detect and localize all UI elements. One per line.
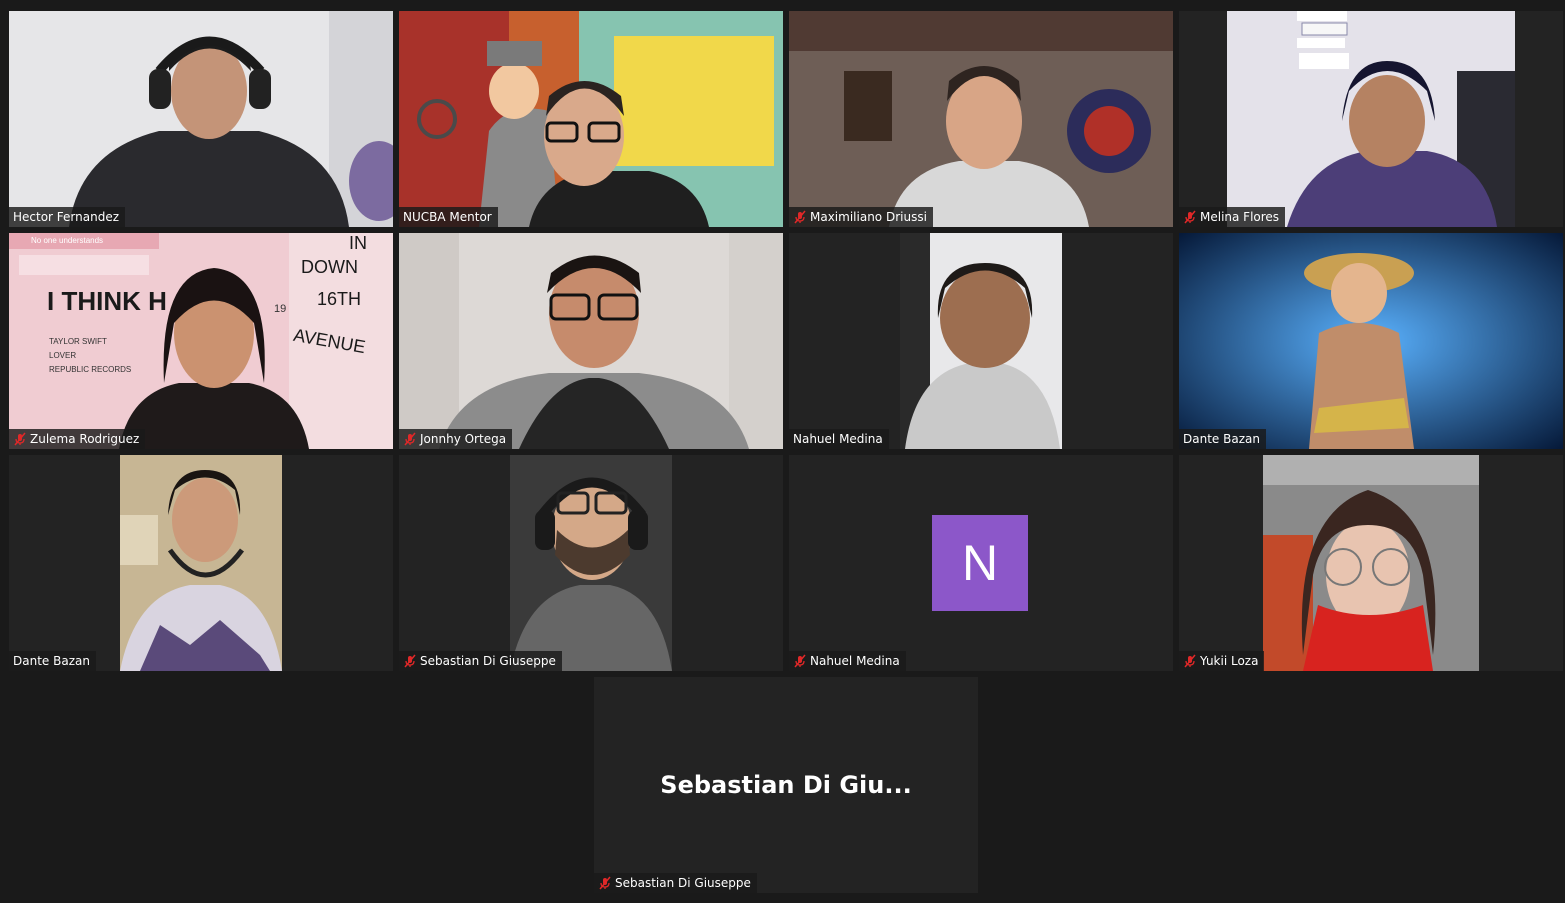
video-feed (120, 455, 282, 671)
video-feed (1227, 11, 1515, 227)
participant-name-tag: Sebastian Di Giuseppe (594, 873, 757, 893)
participant-tile-nucba-mentor[interactable]: NUCBA Mentor (399, 11, 783, 227)
participant-name: Nahuel Medina (793, 432, 883, 446)
participant-tile-sebastian-di-giuseppe-novideo[interactable]: Sebastian Di Giu... Sebastian Di Giusepp… (594, 677, 978, 893)
participant-tile-melina-flores[interactable]: Melina Flores (1179, 11, 1563, 227)
mic-muted-icon (403, 654, 417, 668)
mic-muted-icon (793, 654, 807, 668)
participant-tile-sebastian-di-giuseppe[interactable]: Sebastian Di Giuseppe (399, 455, 783, 671)
participant-name-tag: Jonnhy Ortega (399, 429, 513, 449)
video-feed (1179, 233, 1563, 449)
video-feed (1263, 455, 1479, 671)
video-feed (399, 11, 783, 227)
participant-tile-dante-bazan[interactable]: Dante Bazan (1179, 233, 1563, 449)
participant-tile-nahuel-medina-avatar[interactable]: N Nahuel Medina (789, 455, 1173, 671)
participant-name: Maximiliano Driussi (810, 210, 927, 224)
participant-name: Hector Fernandez (13, 210, 120, 224)
participant-name: Yukii Loza (1200, 654, 1259, 668)
participant-tile-nahuel-medina[interactable]: Nahuel Medina (789, 233, 1173, 449)
mic-muted-icon (13, 432, 27, 446)
video-feed (510, 455, 672, 671)
mic-muted-icon (598, 876, 612, 890)
video-feed (789, 11, 1173, 227)
mic-muted-icon (403, 432, 417, 446)
participant-tile-hector-fernandez[interactable]: Hector Fernandez (9, 11, 393, 227)
participant-display-name: Sebastian Di Giu... (660, 771, 912, 799)
participant-name: Dante Bazan (1183, 432, 1260, 446)
participant-tile-maximiliano-driussi[interactable]: Maximiliano Driussi (789, 11, 1173, 227)
video-feed (900, 233, 1062, 449)
avatar: N (932, 515, 1028, 611)
participant-name-tag: Dante Bazan (9, 651, 96, 671)
participant-name-tag: Dante Bazan (1179, 429, 1266, 449)
participant-name: NUCBA Mentor (403, 210, 492, 224)
mic-muted-icon (793, 210, 807, 224)
mic-muted-icon (1183, 210, 1197, 224)
participant-tile-zulema-rodriguez[interactable]: No one understands I THINK H TAYLOR SWIF… (9, 233, 393, 449)
mic-muted-icon (1183, 654, 1197, 668)
participant-name-tag: Zulema Rodriguez (9, 429, 146, 449)
participant-tile-dante-bazan-2[interactable]: Dante Bazan (9, 455, 393, 671)
participant-name: Sebastian Di Giuseppe (615, 876, 751, 890)
background-poster-text: No one understands I THINK H TAYLOR SWIF… (31, 233, 367, 374)
participant-tile-jonnhy-ortega[interactable]: Jonnhy Ortega (399, 233, 783, 449)
video-feed (9, 11, 393, 227)
participant-name-tag: Hector Fernandez (9, 207, 126, 227)
participant-tile-yukii-loza[interactable]: Yukii Loza (1179, 455, 1563, 671)
participant-name: Zulema Rodriguez (30, 432, 140, 446)
participant-name: Sebastian Di Giuseppe (420, 654, 556, 668)
video-feed: No one understands I THINK H TAYLOR SWIF… (9, 233, 393, 449)
participant-name-tag: Nahuel Medina (789, 651, 906, 671)
participant-name: Nahuel Medina (810, 654, 900, 668)
participant-name-tag: NUCBA Mentor (399, 207, 498, 227)
participant-name: Dante Bazan (13, 654, 90, 668)
participant-name: Jonnhy Ortega (420, 432, 507, 446)
participant-name: Melina Flores (1200, 210, 1280, 224)
participant-name-tag: Nahuel Medina (789, 429, 889, 449)
participant-name-tag: Sebastian Di Giuseppe (399, 651, 562, 671)
video-feed (399, 233, 783, 449)
participant-name-tag: Melina Flores (1179, 207, 1286, 227)
participant-name-tag: Yukii Loza (1179, 651, 1265, 671)
participant-name-tag: Maximiliano Driussi (789, 207, 933, 227)
